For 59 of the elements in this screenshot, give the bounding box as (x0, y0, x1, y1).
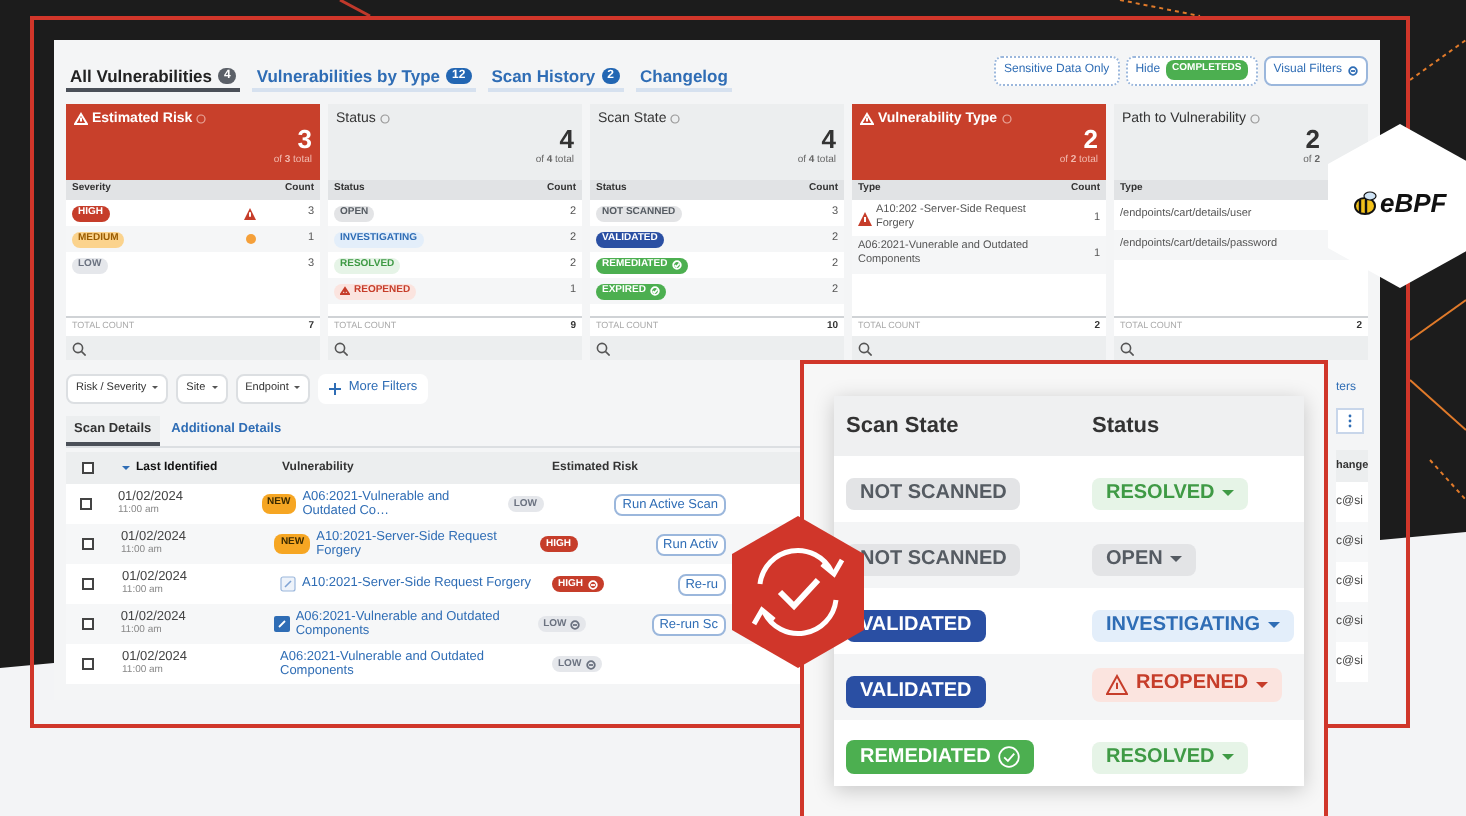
scan-state-badge: NOT SCANNED (846, 477, 1021, 509)
check-circle-icon (671, 260, 682, 270)
link-icon (280, 576, 296, 592)
scan-state-badge: REMEDIATED (846, 740, 1035, 774)
minus-circle-icon (585, 659, 596, 669)
warning-icon (243, 207, 256, 219)
checkbox[interactable] (79, 498, 92, 510)
plus-icon (328, 381, 343, 395)
warning-icon (340, 286, 350, 296)
search-icon (334, 341, 348, 355)
card-value: 4 (559, 126, 574, 152)
check-circle-icon (649, 286, 660, 296)
column-header: Scan State (844, 411, 961, 442)
checkbox[interactable] (82, 658, 94, 670)
scan-state-badge: VALIDATED (846, 675, 986, 707)
tab[interactable]: Changelog (636, 63, 732, 92)
card-value: 2 (1305, 126, 1320, 152)
caret-icon (1222, 754, 1235, 760)
caret-icon (122, 466, 130, 470)
warning-icon (74, 112, 88, 126)
card-value: 4 (821, 126, 836, 152)
status-dropdown[interactable]: REOPENED (1092, 667, 1283, 701)
minus-circle-icon (587, 579, 597, 589)
status-dropdown[interactable]: INVESTIGATING (1092, 609, 1295, 641)
caret-icon (1222, 490, 1235, 496)
status-dropdown[interactable]: OPEN (1092, 543, 1197, 575)
minus-circle-icon (570, 619, 581, 629)
caret-icon (211, 386, 218, 390)
minus-circle-icon (1348, 65, 1358, 75)
card-value: 2 (1083, 126, 1098, 152)
checkbox[interactable] (81, 618, 94, 630)
info-icon (1250, 114, 1260, 124)
logo-text: eBPF (1380, 190, 1447, 216)
bee-icon (1352, 190, 1378, 216)
check-circle-icon (998, 746, 1021, 768)
search-icon (72, 341, 86, 355)
card-value: 3 (297, 126, 312, 152)
checkbox[interactable] (82, 578, 94, 590)
status-dropdown[interactable]: RESOLVED (1092, 477, 1249, 509)
warning-icon (1106, 673, 1128, 695)
checkbox[interactable] (82, 462, 94, 474)
caret-icon (294, 386, 301, 390)
caret-icon (1256, 681, 1269, 687)
info-icon (1001, 114, 1012, 124)
status-dropdown[interactable]: RESOLVED (1092, 741, 1249, 773)
search-icon (1120, 341, 1134, 355)
caret-icon (1170, 556, 1183, 562)
link-icon (273, 616, 290, 632)
search-icon (596, 341, 610, 355)
info-icon (196, 114, 207, 124)
checkbox[interactable] (81, 538, 94, 550)
caret-icon (152, 386, 159, 390)
warning-icon (860, 112, 874, 126)
warning-icon (858, 211, 872, 226)
info-icon (670, 114, 681, 124)
caret-icon (1268, 622, 1281, 628)
info-icon (379, 114, 390, 124)
column-header: Status (1092, 411, 1160, 442)
search-icon (858, 341, 872, 355)
